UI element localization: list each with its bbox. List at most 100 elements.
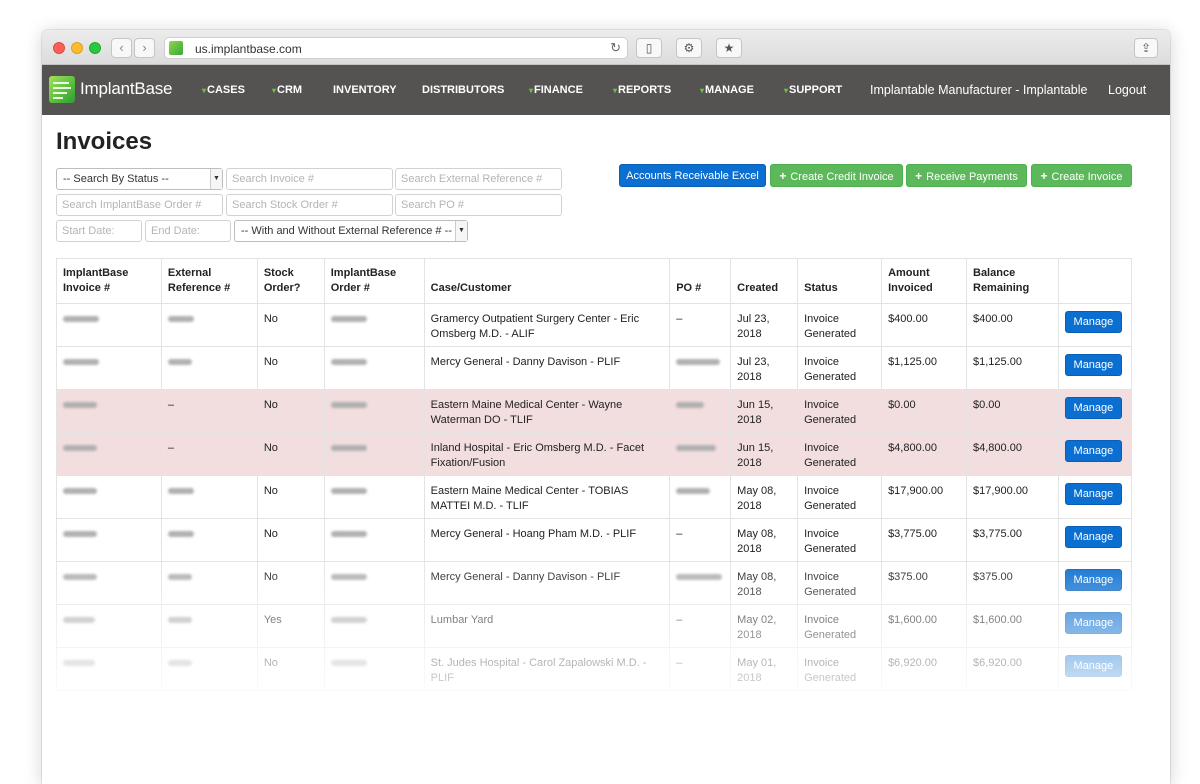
external-reference-cell bbox=[160, 303, 258, 347]
column-header[interactable]: ImplantBase Invoice # bbox=[56, 258, 162, 304]
invoice-number-cell[interactable] bbox=[56, 475, 162, 519]
amount-cell: $375.00 bbox=[881, 561, 967, 605]
close-window-icon[interactable] bbox=[53, 42, 65, 54]
actions-cell: Manage bbox=[1057, 303, 1133, 347]
order-number-cell[interactable] bbox=[323, 346, 425, 390]
stock-order-cell: No bbox=[256, 518, 325, 562]
minimize-window-icon[interactable] bbox=[71, 42, 83, 54]
invoice-number-cell[interactable] bbox=[56, 647, 162, 691]
actions-cell: Manage bbox=[1057, 604, 1133, 648]
table-row[interactable]: No Mercy General - Hoang Pham M.D. - PLI… bbox=[56, 518, 1133, 562]
chevron-right-icon[interactable]: › bbox=[134, 38, 155, 58]
nav-manage[interactable]: ▾MANAGE bbox=[700, 84, 754, 96]
order-number-cell[interactable] bbox=[323, 561, 425, 605]
column-header[interactable]: ImplantBase Order # bbox=[323, 258, 425, 304]
invoice-number-cell[interactable] bbox=[56, 303, 162, 347]
manage-button[interactable]: Manage bbox=[1064, 526, 1122, 548]
reload-icon[interactable]: ↻ bbox=[610, 40, 621, 56]
order-number-cell[interactable] bbox=[323, 303, 425, 347]
manage-button[interactable]: Manage bbox=[1064, 397, 1122, 419]
column-header[interactable]: PO # bbox=[669, 258, 732, 304]
column-header[interactable]: Case/Customer bbox=[423, 258, 671, 304]
po-search-input[interactable] bbox=[395, 194, 562, 216]
order-number-cell[interactable] bbox=[323, 389, 425, 433]
nav-cases[interactable]: ▾CASES bbox=[202, 84, 245, 96]
stock-order-search-input[interactable] bbox=[226, 194, 393, 216]
order-search-input[interactable] bbox=[56, 194, 223, 216]
order-number-cell[interactable] bbox=[323, 604, 425, 648]
manage-button[interactable]: Manage bbox=[1064, 569, 1122, 591]
column-header[interactable]: Created bbox=[730, 258, 799, 304]
zoom-window-icon[interactable] bbox=[89, 42, 101, 54]
actions-cell: Manage bbox=[1057, 346, 1133, 390]
address-bar[interactable]: us.implantbase.com ↻ bbox=[164, 37, 628, 59]
table-row[interactable]: No Mercy General - Danny Davison - PLIF … bbox=[56, 346, 1133, 390]
balance-cell: $1,600.00 bbox=[966, 604, 1059, 648]
column-header[interactable]: Stock Order? bbox=[256, 258, 325, 304]
order-number-cell[interactable] bbox=[323, 647, 425, 691]
table-row[interactable]: No St. Judes Hospital - Carol Zapalowski… bbox=[56, 647, 1133, 691]
bookmark-icon[interactable]: ★ bbox=[716, 38, 742, 58]
stock-order-cell: No bbox=[256, 432, 325, 476]
stock-order-cell: No bbox=[256, 389, 325, 433]
account-name[interactable]: Implantable Manufacturer - Implantable bbox=[870, 83, 1087, 97]
start-date-input[interactable] bbox=[56, 220, 142, 242]
column-header[interactable]: External Reference # bbox=[160, 258, 258, 304]
po-cell: – bbox=[669, 303, 732, 347]
column-header[interactable]: Status bbox=[797, 258, 883, 304]
status-cell: Invoice Generated bbox=[797, 389, 883, 433]
create-credit-invoice-button[interactable]: + Create Credit Invoice bbox=[770, 164, 903, 187]
end-date-input[interactable] bbox=[145, 220, 231, 242]
order-number-cell[interactable] bbox=[323, 475, 425, 519]
sidebar-icon[interactable]: ▯ bbox=[636, 38, 662, 58]
invoice-search-input[interactable] bbox=[226, 168, 393, 190]
order-number-cell[interactable] bbox=[323, 518, 425, 562]
table-row[interactable]: No Gramercy Outpatient Surgery Center - … bbox=[56, 303, 1133, 347]
external-reference-search-input[interactable] bbox=[395, 168, 562, 190]
status-filter-select[interactable]: -- Search By Status -- ▼ bbox=[56, 168, 223, 190]
invoice-number-cell[interactable] bbox=[56, 518, 162, 562]
table-row[interactable]: No Mercy General - Danny Davison - PLIF … bbox=[56, 561, 1133, 605]
redacted-value bbox=[63, 574, 97, 580]
actions-cell: Manage bbox=[1057, 561, 1133, 605]
column-header[interactable]: Balance Remaining bbox=[966, 258, 1059, 304]
table-header-row: ImplantBase Invoice # External Reference… bbox=[56, 258, 1133, 304]
nav-finance[interactable]: ▾FINANCE bbox=[529, 84, 583, 96]
manage-button[interactable]: Manage bbox=[1064, 440, 1122, 462]
invoice-number-cell[interactable] bbox=[56, 604, 162, 648]
invoice-number-cell[interactable] bbox=[56, 389, 162, 433]
plus-icon: + bbox=[779, 169, 787, 183]
nav-support[interactable]: ▾SUPPORT bbox=[784, 84, 842, 96]
invoice-number-cell[interactable] bbox=[56, 432, 162, 476]
nav-crm[interactable]: ▾CRM bbox=[272, 84, 302, 96]
manage-button[interactable]: Manage bbox=[1064, 483, 1122, 505]
manage-button[interactable]: Manage bbox=[1064, 311, 1122, 333]
created-cell: May 08, 2018 bbox=[730, 475, 799, 519]
gear-icon[interactable]: ⚙ bbox=[676, 38, 702, 58]
accounts-receivable-excel-button[interactable]: Accounts Receivable Excel bbox=[619, 164, 766, 187]
create-invoice-button[interactable]: + Create Invoice bbox=[1031, 164, 1132, 187]
nav-distributors[interactable]: DISTRIBUTORS bbox=[422, 84, 504, 96]
share-icon[interactable]: ⇪ bbox=[1134, 38, 1158, 58]
external-reference-filter-select[interactable]: -- With and Without External Reference #… bbox=[234, 220, 468, 242]
nav-reports[interactable]: ▾REPORTS bbox=[613, 84, 671, 96]
invoice-number-cell[interactable] bbox=[56, 561, 162, 605]
chevron-left-icon[interactable]: ‹ bbox=[111, 38, 132, 58]
nav-inventory[interactable]: INVENTORY bbox=[333, 84, 397, 96]
external-reference-cell: – bbox=[160, 432, 258, 476]
amount-cell: $0.00 bbox=[881, 389, 967, 433]
order-number-cell[interactable] bbox=[323, 432, 425, 476]
column-header[interactable]: Amount Invoiced bbox=[881, 258, 967, 304]
invoice-number-cell[interactable] bbox=[56, 346, 162, 390]
table-row[interactable]: – No Inland Hospital - Eric Omsberg M.D.… bbox=[56, 432, 1133, 476]
table-row[interactable]: Yes Lumbar Yard – May 02, 2018 Invoice G… bbox=[56, 604, 1133, 648]
receive-payments-button[interactable]: + Receive Payments bbox=[906, 164, 1027, 187]
logout-link[interactable]: Logout bbox=[1108, 83, 1146, 97]
table-row[interactable]: No Eastern Maine Medical Center - TOBIAS… bbox=[56, 475, 1133, 519]
manage-button[interactable]: Manage bbox=[1064, 655, 1122, 677]
customer-cell: Mercy General - Danny Davison - PLIF bbox=[423, 561, 671, 605]
manage-button[interactable]: Manage bbox=[1064, 354, 1122, 376]
table-row[interactable]: – No Eastern Maine Medical Center - Wayn… bbox=[56, 389, 1133, 433]
manage-button[interactable]: Manage bbox=[1064, 612, 1122, 634]
app-navbar: ImplantBase ▾CASES ▾CRM INVENTORY DISTRI… bbox=[42, 65, 1170, 115]
